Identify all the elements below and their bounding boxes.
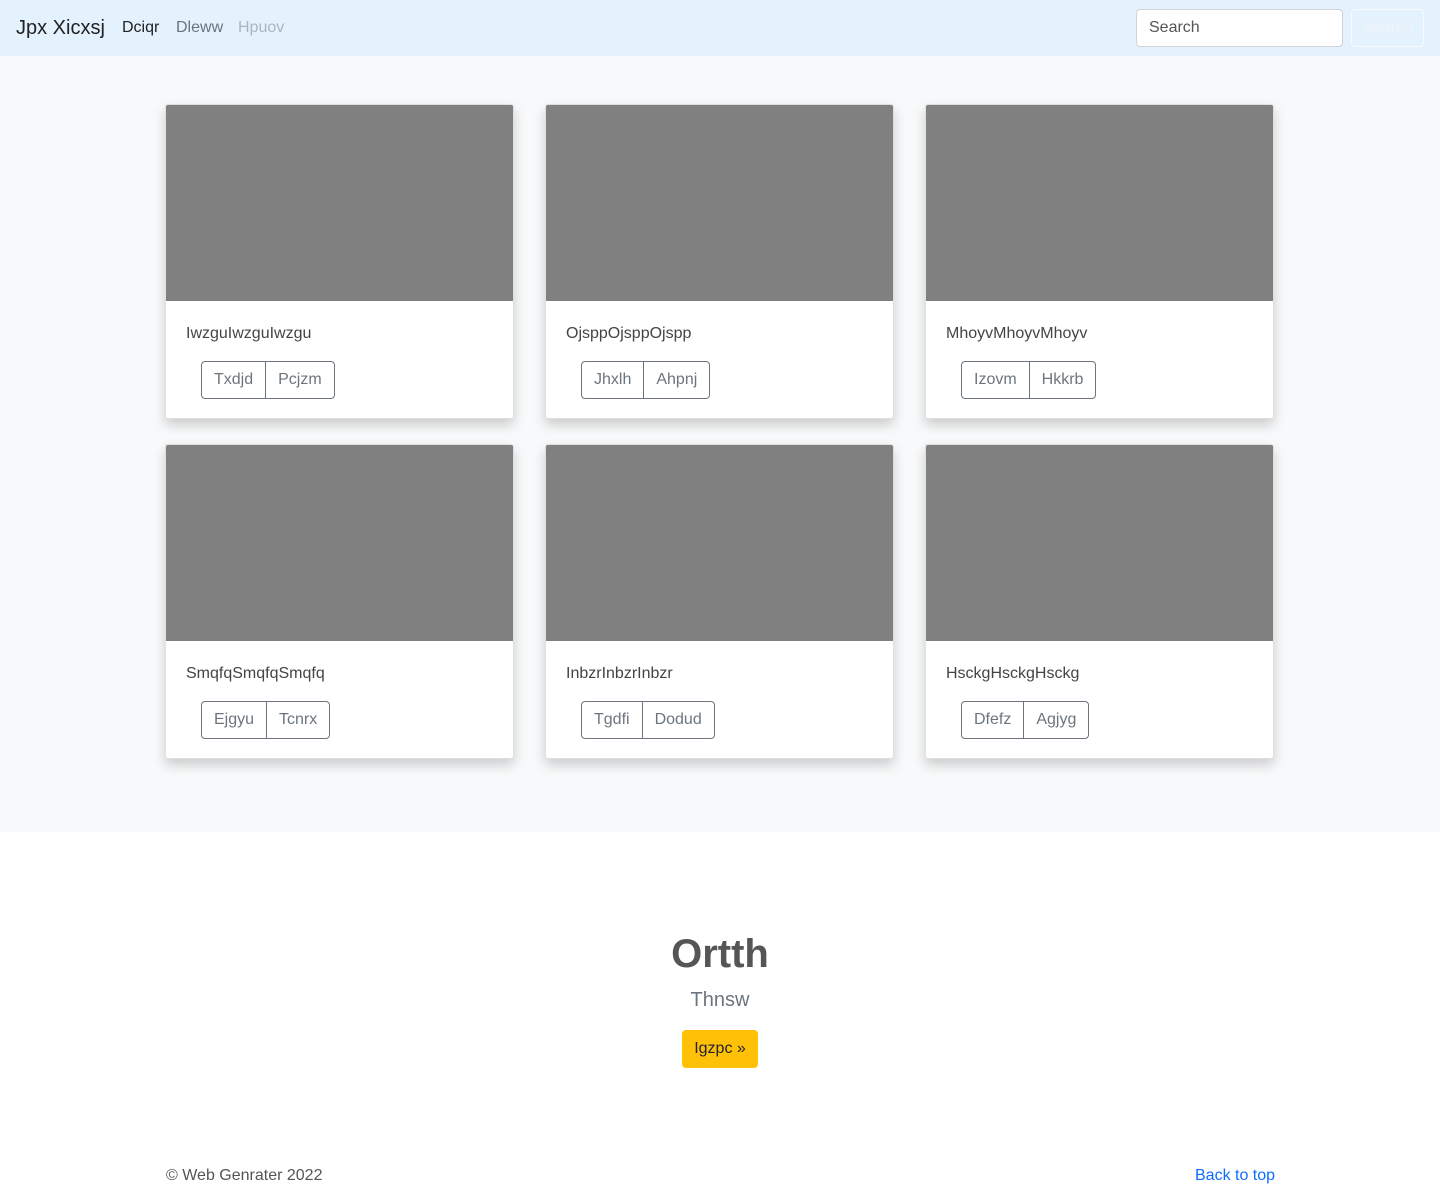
search-input[interactable] [1136, 9, 1343, 47]
card-button-group: Izovm Hkkrb [961, 361, 1097, 399]
album-card: IwzguIwzguIwzgu Txdjd Pcjzm [165, 104, 514, 419]
card-button-group: Jhxlh Ahpnj [581, 361, 711, 399]
album-section: IwzguIwzguIwzgu Txdjd Pcjzm OjsppOjsppOj… [0, 56, 1440, 832]
card-text: InbzrInbzrInbzr [566, 665, 673, 682]
nav-link-dciqr[interactable]: Dciqr [122, 18, 159, 38]
card-button[interactable]: Tcnrx [266, 701, 331, 739]
nav-link-hpuov[interactable]: Hpuov [238, 18, 284, 38]
search-button[interactable]: Search [1351, 9, 1424, 47]
album-card: HsckgHsckgHsckg Dfefz Agjyg [925, 444, 1274, 759]
album-card: OjsppOjsppOjspp Jhxlh Ahpnj [545, 104, 894, 419]
card-thumbnail [546, 105, 893, 301]
card-button[interactable]: Hkkrb [1028, 361, 1097, 399]
card-button[interactable]: Tgdfi [581, 701, 643, 739]
card-button[interactable]: Dodud [641, 701, 715, 739]
album-card: InbzrInbzrInbzr Tgdfi Dodud [545, 444, 894, 759]
card-text: MhoyvMhoyvMhoyv [946, 325, 1088, 342]
card-button[interactable]: Pcjzm [265, 361, 335, 399]
card-thumbnail [166, 445, 513, 641]
card-text: SmqfqSmqfqSmqfq [186, 665, 325, 682]
card-text: HsckgHsckgHsckg [946, 665, 1080, 682]
card-text: OjsppOjsppOjspp [566, 325, 692, 342]
card-button-group: Dfefz Agjyg [961, 701, 1090, 739]
back-to-top-link[interactable]: Back to top [1195, 1166, 1275, 1186]
card-button-group: Tgdfi Dodud [581, 701, 715, 739]
card-button[interactable]: Ejgyu [201, 701, 268, 739]
hero-title: Ortth [671, 932, 769, 976]
card-button[interactable]: Izovm [961, 361, 1030, 399]
hero-cta-button[interactable]: Igzpc » [682, 1030, 758, 1068]
nav-link-dleww[interactable]: Dleww [176, 18, 223, 38]
card-button[interactable]: Dfefz [961, 701, 1025, 739]
card-button-group: Txdjd Pcjzm [201, 361, 335, 399]
card-button[interactable]: Txdjd [201, 361, 267, 399]
card-text: IwzguIwzguIwzgu [186, 325, 312, 342]
card-button-group: Ejgyu Tcnrx [201, 701, 331, 739]
hero-subtitle: Thnsw [690, 989, 750, 1011]
card-button[interactable]: Ahpnj [643, 361, 711, 399]
album-card: SmqfqSmqfqSmqfq Ejgyu Tcnrx [165, 444, 514, 759]
card-thumbnail [166, 105, 513, 301]
card-button[interactable]: Agjyg [1023, 701, 1090, 739]
copyright-text: © Web Genrater 2022 [166, 1167, 323, 1184]
card-thumbnail [546, 445, 893, 641]
card-button[interactable]: Jhxlh [581, 361, 645, 399]
card-thumbnail [926, 445, 1273, 641]
card-thumbnail [926, 105, 1273, 301]
album-card: MhoyvMhoyvMhoyv Izovm Hkkrb [925, 104, 1274, 419]
navbar: Jpx Xicxsj Dciqr Dleww Hpuov Search [0, 0, 1440, 56]
brand-link[interactable]: Jpx Xicxsj [16, 16, 105, 40]
